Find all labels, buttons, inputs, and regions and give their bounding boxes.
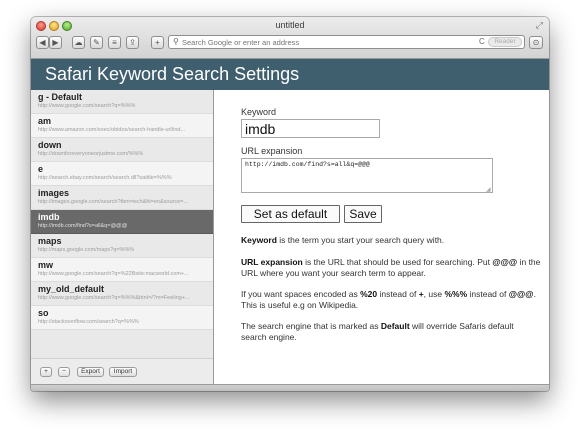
reading-list-button[interactable]: ≡ xyxy=(108,36,121,49)
item-keyword: imdb xyxy=(38,212,60,222)
layers-icon: ≡ xyxy=(112,38,117,47)
reader-button[interactable]: Reader xyxy=(488,37,522,47)
sidebar-footer: + − Export Import xyxy=(31,358,213,385)
item-url: http://images.google.com/search?tbm=isch… xyxy=(38,199,188,205)
item-keyword: e xyxy=(38,164,44,174)
item-url: http://www.google.com/search?q=%22Bsite:… xyxy=(38,271,189,277)
item-url: http://stackoverflow.com/search?q=%%% xyxy=(38,319,139,325)
help-default: The search engine that is marked as Defa… xyxy=(241,321,514,342)
list-item-images[interactable]: images http://images.google.com/search?t… xyxy=(31,186,213,210)
set-as-default-button[interactable]: Set as default xyxy=(241,205,340,223)
item-url: http://maps.google.com/maps?q=%%% xyxy=(38,247,135,253)
forward-icon: ▶ xyxy=(52,38,59,47)
settings-panel: Keyword URL expansion http://imdb.com/fi… xyxy=(214,90,549,384)
item-url: http://downforeveryoneorjustme.com/%%% xyxy=(38,151,144,157)
list-item-down[interactable]: down http://downforeveryoneorjustme.com/… xyxy=(31,138,213,162)
cloud-icon: ☁ xyxy=(74,38,83,47)
plus-icon: + xyxy=(155,38,160,47)
export-button[interactable]: Export xyxy=(77,367,104,377)
list-item-my-old-default[interactable]: my_old_default http://www.google.com/sea… xyxy=(31,282,213,306)
list-item-e[interactable]: e http://search.ebay.com/search/search.d… xyxy=(31,162,213,186)
keyword-list-sidebar: g - Default http://www.google.com/search… xyxy=(31,90,214,385)
keyword-input[interactable] xyxy=(241,119,380,138)
keyword-label: Keyword xyxy=(241,107,277,117)
item-url: http://www.google.com/search?q=%%%&btnI=… xyxy=(38,295,190,301)
downloads-icon: ⊙ xyxy=(532,38,540,47)
item-keyword: g - Default xyxy=(38,92,82,102)
window-title: untitled xyxy=(275,20,305,30)
browser-window: untitled ⤢ ◀ ▶ ☁ ✎ ≡ ⇪ + ⚲ C Reader ⊙ Sa… xyxy=(31,17,549,391)
downloads-button[interactable]: ⊙ xyxy=(529,36,543,49)
list-item-am[interactable]: am http://www.amazon.com/exec/obidos/sea… xyxy=(31,114,213,138)
item-keyword: mw xyxy=(38,260,54,270)
list-item-mw[interactable]: mw http://www.google.com/search?q=%22Bsi… xyxy=(31,258,213,282)
back-icon: ◀ xyxy=(39,38,46,47)
window-bottom-bar xyxy=(31,384,549,391)
item-url: http://www.amazon.com/exec/obidos/search… xyxy=(38,127,186,133)
list-item-maps[interactable]: maps http://maps.google.com/maps?q=%%% xyxy=(31,234,213,258)
url-expansion-field[interactable]: http://imdb.com/find?s=all&q=@@@ xyxy=(241,158,493,193)
wrench-icon: ✎ xyxy=(93,38,100,47)
item-keyword: am xyxy=(38,116,52,126)
share-icon: ⇪ xyxy=(129,38,136,47)
item-keyword: down xyxy=(38,140,62,150)
search-icon: ⚲ xyxy=(173,37,179,46)
help-url-expansion: URL expansion is the URL that should be … xyxy=(241,257,541,278)
forward-button[interactable]: ▶ xyxy=(49,36,62,49)
fullscreen-icon[interactable]: ⤢ xyxy=(536,20,543,31)
item-url: http://www.google.com/search?q=%%% xyxy=(38,103,136,109)
back-button[interactable]: ◀ xyxy=(36,36,49,49)
new-tab-button[interactable]: + xyxy=(151,36,164,49)
item-keyword: maps xyxy=(38,236,62,246)
item-url: http://search.ebay.com/search/search.dll… xyxy=(38,175,172,181)
extension-button[interactable]: ✎ xyxy=(90,36,103,49)
list-item-g-default[interactable]: g - Default http://www.google.com/search… xyxy=(31,90,213,114)
page-title: Safari Keyword Search Settings xyxy=(45,64,300,84)
address-bar[interactable]: ⚲ C Reader xyxy=(168,35,525,49)
page-header: Safari Keyword Search Settings xyxy=(31,59,549,90)
item-keyword: so xyxy=(38,308,49,318)
save-button[interactable]: Save xyxy=(344,205,382,223)
title-bar: untitled ⤢ ◀ ▶ ☁ ✎ ≡ ⇪ + ⚲ C Reader ⊙ xyxy=(31,17,549,59)
item-keyword: images xyxy=(38,188,70,198)
reload-icon[interactable]: C xyxy=(479,36,485,48)
help-encoding: If you want spaces encoded as %20 instea… xyxy=(241,289,536,310)
item-keyword: my_old_default xyxy=(38,284,105,294)
share-button[interactable]: ⇪ xyxy=(126,36,139,49)
icloud-tabs-button[interactable]: ☁ xyxy=(72,36,85,49)
item-url: http://imdb.com/find?s=all&q=@@@ xyxy=(38,223,128,229)
add-keyword-button[interactable]: + xyxy=(40,367,52,377)
list-item-imdb[interactable]: imdb http://imdb.com/find?s=all&q=@@@ xyxy=(31,210,213,234)
url-expansion-label: URL expansion xyxy=(241,146,303,156)
help-keyword: Keyword is the term you start your searc… xyxy=(241,235,445,245)
address-input[interactable] xyxy=(182,36,472,48)
list-item-so[interactable]: so http://stackoverflow.com/search?q=%%% xyxy=(31,306,213,330)
remove-keyword-button[interactable]: − xyxy=(58,367,70,377)
import-button[interactable]: Import xyxy=(109,367,137,377)
resize-grip-icon[interactable]: ◢ xyxy=(486,186,491,193)
